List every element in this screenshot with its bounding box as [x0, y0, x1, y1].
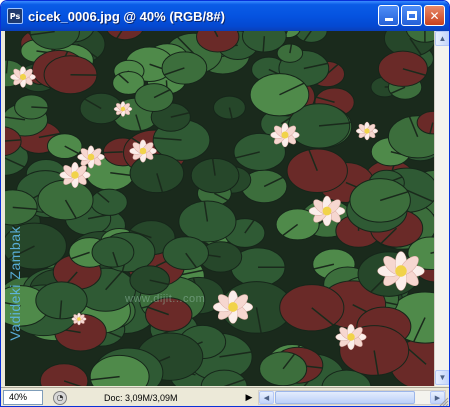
- water-lily-flower: [113, 101, 133, 117]
- watermark-horizontal: www.dijit...com: [125, 293, 206, 305]
- title-bar[interactable]: Ps cicek_0006.jpg @ 40% (RGB/8#) ✕: [1, 1, 449, 31]
- horizontal-scroll-thumb[interactable]: [275, 391, 415, 404]
- chevron-left-icon: ◀: [263, 393, 270, 402]
- window-controls: ✕: [378, 5, 445, 26]
- lily-pad: [90, 188, 128, 216]
- water-lily-flower: [71, 312, 87, 326]
- lily-pad: [129, 153, 185, 194]
- lily-pad: [37, 179, 94, 221]
- zoom-level-field[interactable]: 40%: [3, 390, 43, 405]
- lily-pad: [161, 51, 208, 85]
- status-bar: 40% ◔ Doc: 3,09M/3,09M ▶ ◀ ▶: [1, 387, 449, 407]
- maximize-button[interactable]: [401, 5, 422, 26]
- lily-pad: [14, 94, 49, 120]
- lily-pad: [46, 133, 83, 160]
- lily-pad: [134, 83, 174, 112]
- lily-pad: [249, 73, 310, 117]
- document-window: Ps cicek_0006.jpg @ 40% (RGB/8#) ✕ Vadid…: [0, 0, 450, 407]
- water-lily-flower: [270, 122, 300, 148]
- water-lily-image: [5, 31, 434, 386]
- water-lily-flower: [355, 121, 379, 141]
- vertical-scrollbar[interactable]: ▲ ▼: [434, 31, 449, 386]
- lily-pad: [178, 200, 237, 243]
- lily-pad: [377, 50, 428, 87]
- image-canvas[interactable]: Vadideki Zambak www.dijit...com: [5, 31, 434, 386]
- water-lily-flower: [308, 195, 346, 227]
- lily-pad: [43, 55, 98, 95]
- lily-pad: [190, 157, 240, 194]
- lily-pad: [129, 265, 171, 295]
- watermark-vertical: Vadideki Zambak: [7, 226, 23, 341]
- lily-pad: [279, 284, 345, 332]
- lily-pad: [259, 351, 308, 386]
- horizontal-scrollbar[interactable]: ◀ ▶: [258, 390, 446, 405]
- lily-pad: [91, 236, 135, 268]
- status-menu-arrow-icon[interactable]: ▶: [244, 391, 254, 405]
- maximize-icon: [406, 11, 417, 20]
- document-size-info: Doc: 3,09M/3,09M: [104, 392, 178, 403]
- lily-pad: [349, 178, 411, 223]
- chevron-down-icon: ▼: [438, 373, 447, 382]
- water-lily-flower: [77, 145, 105, 169]
- scroll-left-button[interactable]: ◀: [259, 391, 274, 404]
- lily-pad: [276, 43, 304, 63]
- chevron-up-icon: ▲: [438, 34, 447, 43]
- water-lily-flower: [335, 323, 367, 351]
- water-lily-flower: [212, 290, 254, 324]
- scroll-up-button[interactable]: ▲: [435, 31, 449, 46]
- water-lily-flower: [377, 251, 425, 291]
- minimize-button[interactable]: [378, 5, 399, 26]
- lily-pad: [162, 236, 209, 271]
- water-lily-flower: [129, 139, 157, 163]
- window-title: cicek_0006.jpg @ 40% (RGB/8#): [28, 8, 225, 24]
- water-lily-flower: [10, 66, 36, 88]
- navigator-icon[interactable]: ◔: [53, 390, 67, 405]
- resize-grip-icon[interactable]: [437, 395, 449, 407]
- scroll-down-button[interactable]: ▼: [435, 370, 449, 385]
- water-lily-flower: [59, 161, 91, 189]
- close-button[interactable]: ✕: [424, 5, 445, 26]
- photoshop-app-icon[interactable]: Ps: [7, 8, 23, 24]
- close-icon: ✕: [429, 8, 440, 23]
- lily-pad: [286, 148, 348, 193]
- minimize-icon: [384, 18, 393, 21]
- lily-pad: [213, 95, 246, 120]
